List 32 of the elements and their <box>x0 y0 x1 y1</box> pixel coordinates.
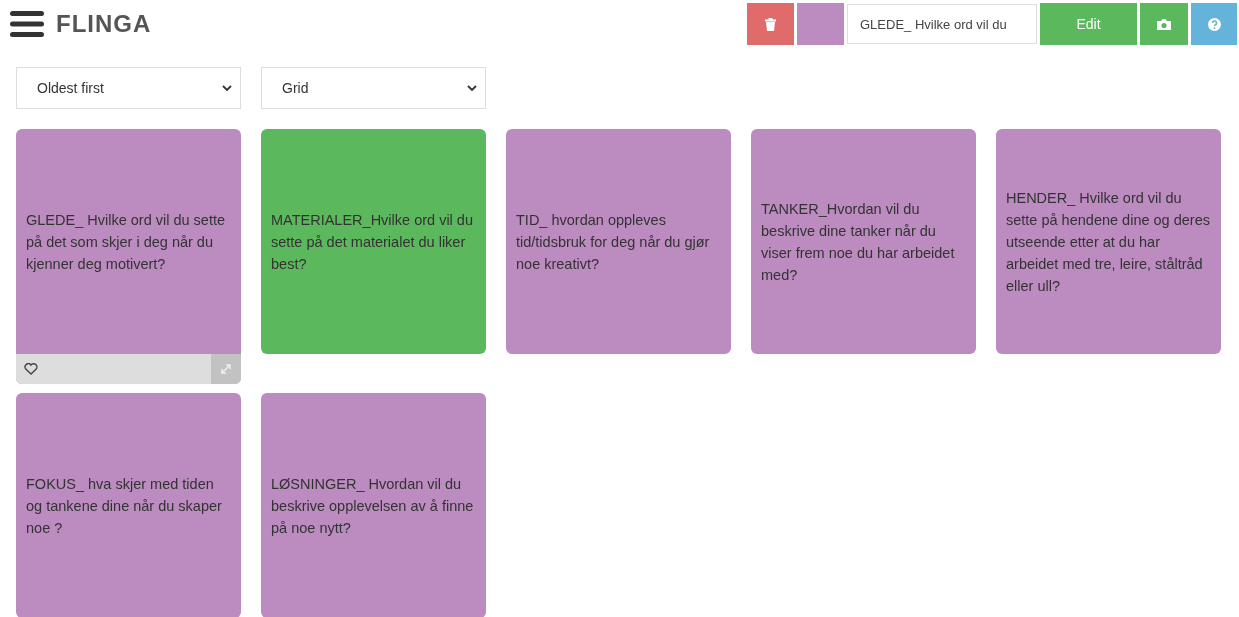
card-text: GLEDE_ Hvilke ord vil du sette på det som skjer i deg når du kjenner deg motivert? <box>26 210 227 274</box>
card-text: TID_ hvordan oppleves tid/tidsbruk for deg når du gjør noe kreativt? <box>516 210 711 274</box>
color-swatch[interactable] <box>797 3 844 45</box>
card-text: HENDER_ Hvilke ord vil du sette på hendene dine og deres utseende etter at du har arbeidet med tre, leire, ståltråd eller ull? <box>1006 188 1211 296</box>
camera-button[interactable] <box>1140 3 1188 45</box>
dropdown[interactable]: Grid <box>261 67 486 109</box>
chevron-down-icon <box>222 84 232 92</box>
card-text: TANKER_Hvordan vil du beskrive dine tanker når du viser frem noe du har arbeidet med? <box>761 199 956 285</box>
expand-icon <box>220 363 232 375</box>
dropdown[interactable]: Oldest first <box>16 67 241 109</box>
camera-icon <box>1156 17 1172 31</box>
card-text: FOKUS_ hva skjer med tiden og tankene dine når du skaper noe ? <box>26 474 223 538</box>
edit-button[interactable]: Edit <box>1040 3 1137 45</box>
trash-icon <box>765 17 776 31</box>
post-card[interactable]: TANKER_Hvordan vil du beskrive dine tanker når du viser frem noe du har arbeidet med? <box>751 129 976 354</box>
help-button[interactable] <box>1191 3 1237 45</box>
logo[interactable]: FLINGA <box>56 10 152 38</box>
heart-icon[interactable] <box>24 363 38 375</box>
delete-button[interactable] <box>747 3 794 45</box>
post-card[interactable]: TID_ hvordan oppleves tid/tidsbruk for deg når du gjør noe kreativt? <box>506 129 731 354</box>
post-card[interactable]: LØSNINGER_ Hvordan vil du beskrive opplevelsen av å finne på noe nytt? <box>261 393 486 617</box>
menu-icon[interactable] <box>10 10 44 38</box>
post-card[interactable]: FOKUS_ hva skjer med tiden og tankene dine når du skaper noe ? <box>16 393 241 617</box>
post-card[interactable]: HENDER_ Hvilke ord vil du sette på hendene dine og deres utseende etter at du har arbeidet med tre, leire, ståltråd eller ull? <box>996 129 1221 354</box>
card-text: LØSNINGER_ Hvordan vil du beskrive opplevelsen av å finne på noe nytt? <box>271 474 475 538</box>
post-card[interactable]: GLEDE_ Hvilke ord vil du sette på det som skjer i deg når du kjenner deg motivert? <box>16 129 241 384</box>
help-icon <box>1207 17 1221 31</box>
chevron-down-icon <box>467 84 477 92</box>
title-field[interactable]: GLEDE_ Hvilke ord vil du <box>847 4 1037 44</box>
post-card[interactable]: MATERIALER_Hvilke ord vil du sette på det materialet du liker best? <box>261 129 486 354</box>
card-text: MATERIALER_Hvilke ord vil du sette på det materialet du liker best? <box>271 210 474 274</box>
expand-button[interactable] <box>211 354 241 384</box>
